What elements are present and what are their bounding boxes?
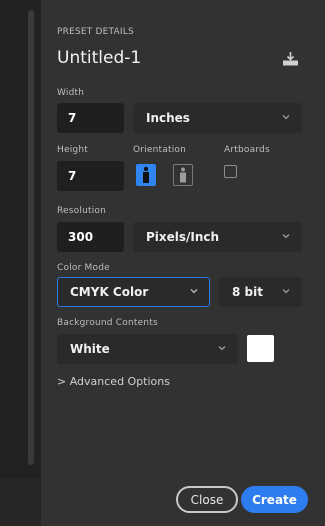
- color-mode-value: CMYK Color: [70, 285, 149, 299]
- landscape-orientation-icon: [180, 167, 186, 183]
- height-input[interactable]: 7: [57, 161, 124, 191]
- left-strip-bottom: [0, 478, 41, 526]
- scrollbar-track[interactable]: [28, 10, 34, 465]
- orientation-label: Orientation: [133, 145, 187, 155]
- artboards-checkbox[interactable]: [224, 165, 237, 178]
- width-unit-select[interactable]: Inches: [133, 103, 302, 133]
- landscape-orientation-button[interactable]: [173, 164, 193, 186]
- resolution-unit-select[interactable]: Pixels/Inch: [133, 222, 302, 252]
- color-mode-select[interactable]: CMYK Color: [57, 277, 210, 307]
- width-label: Width: [57, 88, 85, 98]
- section-title: PRESET DETAILS: [57, 27, 134, 37]
- width-input[interactable]: 7: [57, 103, 124, 133]
- height-label: Height: [57, 145, 88, 155]
- chevron-down-icon: [218, 346, 226, 351]
- bit-depth-select[interactable]: 8 bit: [219, 277, 302, 307]
- chevron-down-icon: [282, 289, 290, 294]
- width-unit-value: Inches: [146, 111, 190, 125]
- portrait-orientation-button[interactable]: [136, 164, 156, 186]
- background-contents-select[interactable]: White: [57, 334, 238, 364]
- background-contents-label: Background Contents: [57, 318, 158, 328]
- color-mode-label: Color Mode: [57, 263, 110, 273]
- chevron-down-icon: [190, 289, 198, 294]
- artboards-label: Artboards: [224, 145, 270, 155]
- advanced-options-toggle[interactable]: > Advanced Options: [57, 375, 170, 388]
- background-color-swatch[interactable]: [247, 335, 274, 362]
- resolution-unit-value: Pixels/Inch: [146, 230, 220, 244]
- chevron-down-icon: [282, 234, 290, 239]
- bit-depth-value: 8 bit: [232, 285, 263, 299]
- resolution-input[interactable]: 300: [57, 222, 124, 252]
- document-name[interactable]: Untitled-1: [57, 48, 141, 68]
- chevron-down-icon: [282, 115, 290, 120]
- background-contents-value: White: [70, 342, 110, 356]
- resolution-label: Resolution: [57, 206, 107, 216]
- create-button[interactable]: Create: [241, 486, 308, 513]
- close-button[interactable]: Close: [176, 486, 238, 513]
- save-preset-icon[interactable]: [282, 52, 299, 66]
- portrait-orientation-icon: [143, 166, 149, 183]
- left-strip: [0, 0, 41, 526]
- preset-details-panel: PRESET DETAILS Untitled-1 Width 7 Inches…: [41, 0, 325, 526]
